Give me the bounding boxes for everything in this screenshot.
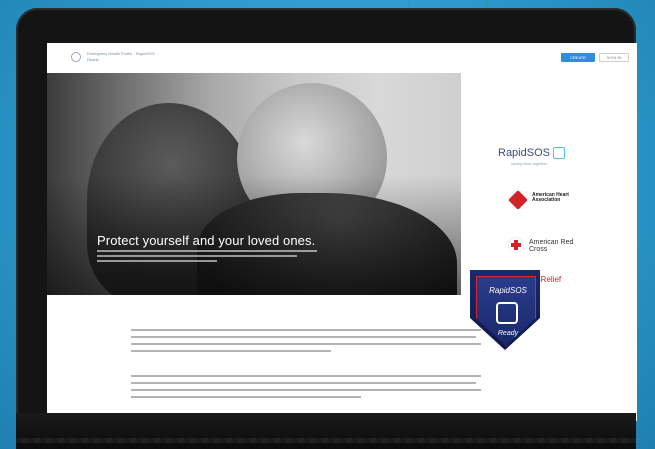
sign-in-button[interactable]: SIGN IN xyxy=(599,53,629,62)
create-button[interactable]: CREATE xyxy=(561,53,595,62)
medical-cross-icon xyxy=(496,302,518,324)
logo-icon xyxy=(71,52,81,62)
brand-text[interactable]: Emergency Health Profile · RapidSOS Read… xyxy=(87,51,157,63)
laptop-frame: Emergency Health Profile · RapidSOS Read… xyxy=(16,8,637,448)
aha-name: American Heart Association xyxy=(532,192,569,203)
laptop-bezel xyxy=(16,413,636,449)
paragraph-intro xyxy=(131,329,481,357)
hero-title: Protect yourself and your loved ones. xyxy=(97,233,316,248)
rapidsos-q-icon xyxy=(552,147,565,160)
rapidsos-logo: RapidSOS xyxy=(498,147,565,160)
paragraph-details xyxy=(131,375,481,403)
browser-screen: Emergency Health Profile · RapidSOS Read… xyxy=(47,43,637,421)
badge-top-text: RapidSOS xyxy=(489,286,527,295)
rapidsos-tagline: saving lives together xyxy=(511,161,548,166)
rapidsos-wordmark: RapidSOS xyxy=(498,147,550,159)
red-cross-name: American Red Cross xyxy=(529,239,574,253)
body-content xyxy=(47,295,637,421)
red-cross-icon xyxy=(509,238,523,252)
partner-logos: RapidSOS saving lives together American … xyxy=(461,73,637,295)
site-header: Emergency Health Profile · RapidSOS Read… xyxy=(47,43,637,74)
heart-icon xyxy=(508,190,528,210)
badge-bottom-text: Ready xyxy=(497,330,519,337)
hero-subtitle xyxy=(97,250,317,264)
